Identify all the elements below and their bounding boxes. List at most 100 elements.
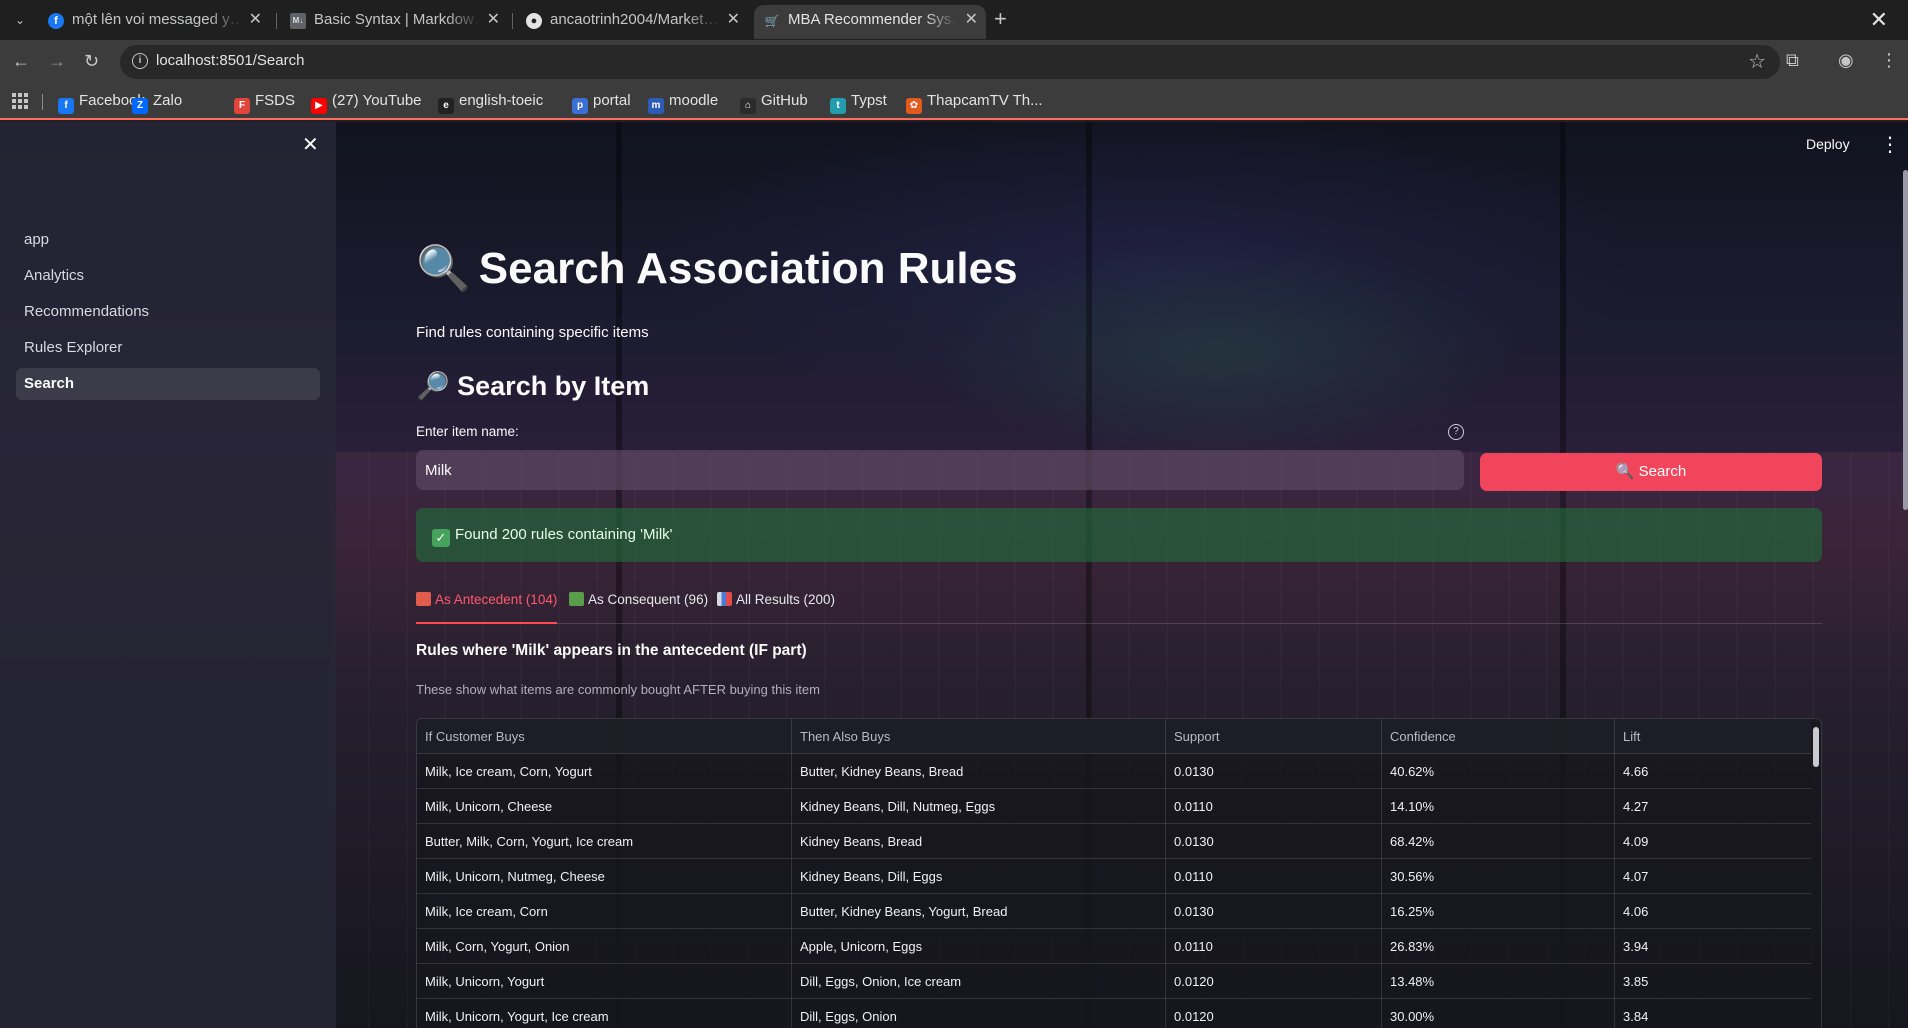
- table-cell[interactable]: Butter, Kidney Beans, Bread: [792, 754, 1166, 789]
- sidebar-item-search[interactable]: Search: [16, 368, 320, 400]
- table-cell[interactable]: 4.66: [1615, 754, 1811, 789]
- column-header[interactable]: Support: [1166, 719, 1382, 754]
- table-cell[interactable]: 13.48%: [1382, 964, 1615, 999]
- tab-as-consequent[interactable]: As Consequent (96): [569, 592, 708, 624]
- table-cell[interactable]: Milk, Ice cream, Corn: [417, 894, 792, 929]
- table-cell[interactable]: 14.10%: [1382, 789, 1615, 824]
- sidebar-item-recommendations[interactable]: Recommendations: [16, 296, 320, 328]
- table-cell[interactable]: Milk, Ice cream, Corn, Yogurt: [417, 754, 792, 789]
- bookmark-github[interactable]: ⌂ GitHub: [740, 91, 808, 114]
- item-search-input[interactable]: [416, 450, 1464, 490]
- table-cell[interactable]: 4.06: [1615, 894, 1811, 929]
- table-cell[interactable]: Kidney Beans, Dill, Nutmeg, Eggs: [792, 789, 1166, 824]
- bookmark-toeic[interactable]: e english-toeic: [438, 91, 543, 114]
- browser-tab[interactable]: M↓ Basic Syntax | Markdow… ✕: [280, 5, 508, 39]
- table-cell[interactable]: Milk, Unicorn, Cheese: [417, 789, 792, 824]
- table-cell[interactable]: 0.0120: [1166, 964, 1382, 999]
- table-cell[interactable]: 0.0110: [1166, 929, 1382, 964]
- table-cell[interactable]: 68.42%: [1382, 824, 1615, 859]
- table-cell[interactable]: 0.0130: [1166, 824, 1382, 859]
- tab-as-antecedent[interactable]: As Antecedent (104): [416, 592, 558, 624]
- table-cell[interactable]: 40.62%: [1382, 754, 1615, 789]
- bookmark-youtube[interactable]: ▶ (27) YouTube: [311, 91, 422, 114]
- table-cell[interactable]: 4.07: [1615, 859, 1811, 894]
- bookmark-zalo[interactable]: Z Zalo: [132, 91, 182, 114]
- rules-table[interactable]: If Customer Buys Then Also Buys Support …: [416, 718, 1822, 1028]
- table-header-row: If Customer Buys Then Also Buys Support …: [417, 719, 1811, 754]
- tab-close-icon[interactable]: ✕: [487, 5, 500, 35]
- sidebar-close-icon[interactable]: ✕: [302, 132, 319, 157]
- reload-icon[interactable]: ↻: [84, 50, 99, 72]
- bookmark-thapcam[interactable]: ✿ ThapcamTV Th...: [906, 91, 1043, 114]
- table-cell[interactable]: 4.09: [1615, 824, 1811, 859]
- table-cell[interactable]: 16.25%: [1382, 894, 1615, 929]
- tab-close-icon[interactable]: ✕: [965, 5, 978, 35]
- table-cell[interactable]: Dill, Eggs, Onion: [792, 999, 1166, 1028]
- table-cell[interactable]: Butter, Milk, Corn, Yogurt, Ice cream: [417, 824, 792, 859]
- sidebar-item-analytics[interactable]: Analytics: [16, 260, 320, 292]
- moodle-icon: m: [648, 98, 664, 114]
- browser-tab[interactable]: f một lên voi messaged y… ✕: [38, 5, 270, 39]
- table-cell[interactable]: 30.56%: [1382, 859, 1615, 894]
- table-scrollbar[interactable]: [1813, 727, 1819, 767]
- bookmark-portal[interactable]: p portal: [572, 91, 631, 114]
- site-info-icon[interactable]: i: [132, 53, 148, 69]
- tab-close-icon[interactable]: ✕: [249, 5, 262, 35]
- extensions-icon[interactable]: ⧉: [1786, 50, 1799, 71]
- table-cell[interactable]: Milk, Unicorn, Yogurt: [417, 964, 792, 999]
- bookmark-star-icon[interactable]: ☆: [1748, 49, 1766, 74]
- window-close-icon[interactable]: ✕: [1870, 7, 1888, 33]
- main-menu-icon[interactable]: ⋮: [1880, 132, 1900, 157]
- table-cell[interactable]: Apple, Unicorn, Eggs: [792, 929, 1166, 964]
- table-cell[interactable]: 0.0130: [1166, 894, 1382, 929]
- table-row: Milk, Unicorn, Yogurt, Ice cream Dill, Eg…: [417, 999, 1811, 1028]
- url-text[interactable]: localhost:8501/Search: [156, 52, 304, 69]
- table-cell[interactable]: 4.27: [1615, 789, 1811, 824]
- browser-tab[interactable]: ● ancaotrinh2004/Market… ✕: [516, 5, 748, 39]
- table-cell[interactable]: 0.0110: [1166, 789, 1382, 824]
- table-cell[interactable]: 0.0130: [1166, 754, 1382, 789]
- browser-tab-strip: ⌄ f một lên voi messaged y… ✕ M↓ Basic S…: [0, 0, 1908, 40]
- table-row: Milk, Unicorn, Yogurt Dill, Eggs, Onion, …: [417, 964, 1811, 999]
- tab-search-chevron-icon[interactable]: ⌄: [8, 9, 32, 31]
- tab-close-icon[interactable]: ✕: [727, 5, 740, 35]
- table-cell[interactable]: Milk, Unicorn, Yogurt, Ice cream: [417, 999, 792, 1028]
- table-cell[interactable]: 30.00%: [1382, 999, 1615, 1028]
- sidebar-item-rules-explorer[interactable]: Rules Explorer: [16, 332, 320, 364]
- inbox-icon: [569, 592, 584, 606]
- browser-tab-active[interactable]: 🛒 MBA Recommender Sys… ✕: [754, 5, 986, 39]
- table-cell[interactable]: 3.94: [1615, 929, 1811, 964]
- table-cell[interactable]: Butter, Kidney Beans, Yogurt, Bread: [792, 894, 1166, 929]
- table-cell[interactable]: Dill, Eggs, Onion, Ice cream: [792, 964, 1166, 999]
- back-arrow-icon[interactable]: ←: [12, 50, 30, 72]
- table-cell[interactable]: Milk, Corn, Yogurt, Onion: [417, 929, 792, 964]
- table-cell[interactable]: 3.85: [1615, 964, 1811, 999]
- address-bar[interactable]: i localhost:8501/Search ☆: [120, 45, 1780, 79]
- search-button[interactable]: 🔍 Search: [1480, 453, 1822, 491]
- table-cell[interactable]: 26.83%: [1382, 929, 1615, 964]
- table-cell[interactable]: Kidney Beans, Dill, Eggs: [792, 859, 1166, 894]
- column-header[interactable]: Then Also Buys: [792, 719, 1166, 754]
- help-icon[interactable]: ?: [1448, 424, 1464, 440]
- table-cell[interactable]: Kidney Beans, Bread: [792, 824, 1166, 859]
- column-header[interactable]: If Customer Buys: [417, 719, 792, 754]
- tab-all-results[interactable]: All Results (200): [717, 592, 835, 624]
- bookmark-moodle[interactable]: m moodle: [648, 91, 718, 114]
- page-scrollbar[interactable]: [1903, 170, 1908, 510]
- browser-menu-icon[interactable]: ⋮: [1880, 50, 1898, 71]
- table-cell[interactable]: Milk, Unicorn, Nutmeg, Cheese: [417, 859, 792, 894]
- sidebar-item-app[interactable]: app: [16, 224, 320, 256]
- table-cell[interactable]: 3.84: [1615, 999, 1811, 1028]
- new-tab-icon[interactable]: +: [994, 8, 1007, 30]
- bookmark-typst[interactable]: t Typst: [830, 91, 887, 114]
- profile-icon[interactable]: ◉: [1838, 50, 1854, 71]
- bookmark-fsds[interactable]: F FSDS: [234, 91, 295, 114]
- column-header[interactable]: Lift: [1615, 719, 1811, 754]
- table-cell[interactable]: 0.0110: [1166, 859, 1382, 894]
- column-header[interactable]: Confidence: [1382, 719, 1615, 754]
- table-row: Milk, Ice cream, Corn, Yogurt Butter, Kid…: [417, 754, 1811, 789]
- forward-arrow-icon[interactable]: →: [48, 50, 66, 72]
- section-title: 🔎 Search by Item: [416, 371, 650, 401]
- table-cell[interactable]: 0.0120: [1166, 999, 1382, 1028]
- apps-grid-icon[interactable]: [12, 93, 28, 109]
